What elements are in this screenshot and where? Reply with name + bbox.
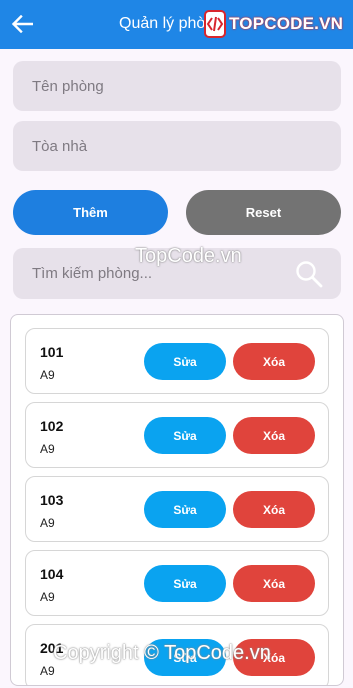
room-name: 101 bbox=[40, 344, 64, 360]
room-building: A9 bbox=[40, 368, 55, 382]
back-button[interactable] bbox=[9, 11, 35, 37]
delete-button[interactable]: Xóa bbox=[233, 417, 315, 454]
room-name: 103 bbox=[40, 492, 64, 508]
watermark-logo: TOPCODE.VN bbox=[204, 10, 343, 38]
edit-button[interactable]: Sửa bbox=[144, 343, 226, 380]
watermark-logo-text: TOPCODE.VN bbox=[229, 14, 344, 33]
edit-button[interactable]: Sửa bbox=[144, 417, 226, 454]
delete-button[interactable]: Xóa bbox=[233, 565, 315, 602]
delete-button[interactable]: Xóa bbox=[233, 491, 315, 528]
room-item[interactable]: 104 A9 Sửa Xóa bbox=[25, 550, 329, 616]
delete-button[interactable]: Xóa bbox=[233, 343, 315, 380]
building-input[interactable] bbox=[32, 137, 341, 155]
reset-button[interactable]: Reset bbox=[186, 190, 341, 235]
watermark-copyright: Copyright © TopCode.vn bbox=[53, 642, 271, 664]
add-button[interactable]: Thêm bbox=[13, 190, 168, 235]
room-name: 104 bbox=[40, 566, 64, 582]
room-building: A9 bbox=[40, 516, 55, 530]
room-building: A9 bbox=[40, 590, 55, 604]
room-name-input[interactable] bbox=[32, 77, 341, 95]
arrow-left-icon bbox=[11, 15, 33, 33]
edit-button[interactable]: Sửa bbox=[144, 565, 226, 602]
app-bar: Quản lý phò TOPCODE.VN bbox=[0, 0, 353, 49]
building-field[interactable] bbox=[13, 121, 341, 171]
room-item[interactable]: 102 A9 Sửa Xóa bbox=[25, 402, 329, 468]
room-building: A9 bbox=[40, 664, 55, 678]
topcode-logo-icon bbox=[204, 10, 226, 38]
search-icon[interactable] bbox=[295, 260, 323, 288]
room-name: 102 bbox=[40, 418, 64, 434]
room-item[interactable]: 103 A9 Sửa Xóa bbox=[25, 476, 329, 542]
edit-button[interactable]: Sửa bbox=[144, 491, 226, 528]
watermark-text: TopCode.vn bbox=[135, 245, 242, 267]
room-building: A9 bbox=[40, 442, 55, 456]
page-title: Quản lý phò bbox=[119, 15, 206, 32]
room-item[interactable]: 101 A9 Sửa Xóa bbox=[25, 328, 329, 394]
room-name-field[interactable] bbox=[13, 61, 341, 111]
room-list[interactable]: 101 A9 Sửa Xóa 102 A9 Sửa Xóa 103 A9 Sửa… bbox=[10, 314, 344, 686]
